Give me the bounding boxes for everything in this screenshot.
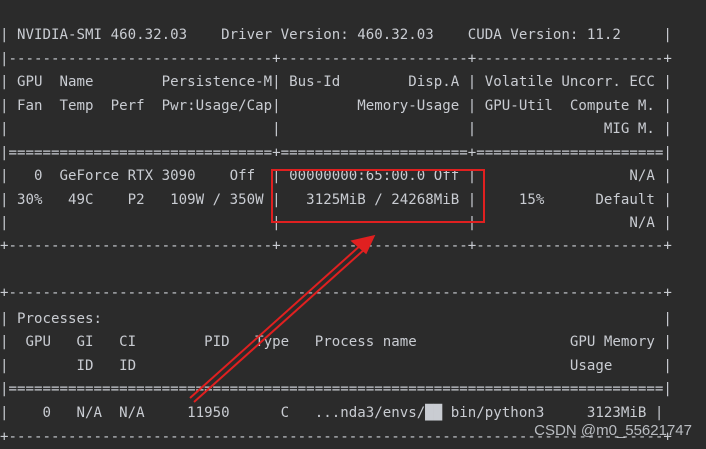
processes-top-border: +---------------------------------------… <box>0 285 672 301</box>
terminal-output: | NVIDIA-SMI 460.32.03 Driver Version: 4… <box>0 0 706 449</box>
column-header-line-2: | Fan Temp Perf Pwr:Usage/Cap| Memory-Us… <box>0 98 672 114</box>
processes-title-line: | Processes: | <box>0 311 672 327</box>
processes-header-line-2: | ID ID Usage | <box>0 358 672 374</box>
table-bottom-border: +-------------------------------+-------… <box>0 238 672 254</box>
double-separator-line: |===============================+=======… <box>0 145 672 161</box>
watermark: CSDN @m0_55621747 <box>534 422 692 439</box>
column-header-line-3: | | | MIG M. | <box>0 121 672 137</box>
processes-double-separator: |=======================================… <box>0 381 672 397</box>
memory-usage-highlight-box <box>271 169 485 223</box>
separator-line: |-------------------------------+-------… <box>0 51 672 67</box>
header-versions-line: | NVIDIA-SMI 460.32.03 Driver Version: 4… <box>0 27 672 43</box>
processes-header-line-1: | GPU GI CI PID Type Process name GPU Me… <box>0 334 672 350</box>
process-row: | 0 N/A N/A 11950 C ...nda3/envs/██ bin/… <box>0 405 664 421</box>
column-header-line-1: | GPU Name Persistence-M| Bus-Id Disp.A … <box>0 74 672 90</box>
